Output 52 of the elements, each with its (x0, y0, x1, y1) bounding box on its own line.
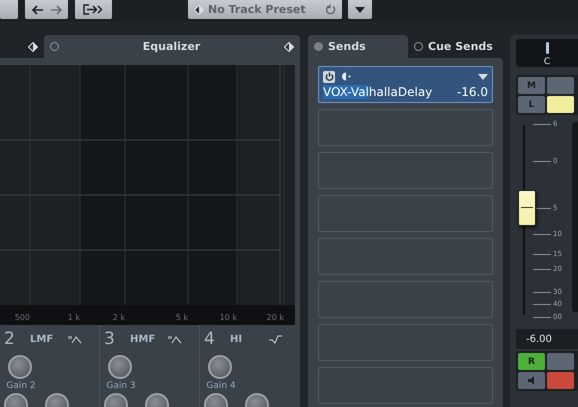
shelf-filter-icon[interactable] (268, 334, 283, 344)
send-slot[interactable]: VOX-ValhallaDelay -16.0 (318, 66, 493, 103)
panel-title: Equalizer (142, 40, 202, 53)
peak-filter-icon[interactable] (168, 334, 183, 344)
monitor-button[interactable] (518, 372, 545, 389)
pan-indicator[interactable] (546, 42, 548, 54)
diamond-icon[interactable] (28, 42, 38, 52)
frequency-label: 2 k (112, 313, 125, 322)
knob-label: Gain 2 (5, 381, 37, 391)
frequency-label: 500 (14, 313, 30, 322)
band-name: HMF (130, 334, 156, 344)
forward-arrow-icon (50, 4, 62, 14)
volume-value: -6.00 (516, 329, 578, 349)
diamond-icon[interactable] (284, 42, 294, 52)
knob-label: Gain 3 (105, 381, 137, 391)
history-button[interactable] (25, 0, 68, 19)
frequency-label: 20 k (266, 313, 284, 322)
activate-indicator[interactable] (50, 42, 59, 51)
band-number: 3 (104, 329, 116, 349)
frequency-label: 10 k (220, 313, 237, 322)
pre-post-icon[interactable] (341, 72, 352, 81)
gain-knob[interactable] (8, 355, 32, 379)
send-destination: VOX-ValhallaDelay (323, 85, 432, 99)
route-button[interactable] (75, 0, 112, 19)
frequency-label: 1 k (68, 313, 80, 322)
fader-handle[interactable] (518, 190, 536, 226)
route-arrows-icon (82, 4, 104, 15)
peak-filter-icon[interactable] (68, 334, 83, 344)
power-button[interactable] (323, 70, 335, 82)
equalizer-tab[interactable]: Equalizer (44, 35, 300, 58)
pan-value: C (544, 57, 550, 67)
band-number: 2 (4, 329, 16, 349)
band-number: 4 (204, 329, 216, 349)
band-name: HI (230, 334, 244, 344)
sends-tab[interactable]: Cue Sends (408, 35, 499, 58)
channel-button[interactable]: R (518, 353, 545, 370)
caret-icon (355, 6, 365, 12)
frequency-label: 5 k (176, 313, 188, 322)
reset-icon[interactable] (325, 4, 336, 15)
knob-label: Gain 4 (205, 381, 237, 391)
sends-tab[interactable]: Sends (308, 35, 408, 58)
gain-knob[interactable] (208, 355, 232, 379)
pan-display[interactable]: C (516, 39, 578, 67)
send-level: -16.0 (456, 85, 488, 99)
gain-knob[interactable] (108, 355, 132, 379)
diamond-icon[interactable] (194, 4, 204, 14)
back-arrow-icon (30, 4, 44, 14)
dropdown-button[interactable] (348, 0, 372, 19)
speaker-icon (528, 376, 535, 385)
power-icon (324, 72, 334, 81)
caret-icon[interactable] (478, 74, 488, 80)
band-name: LMF (30, 334, 54, 344)
